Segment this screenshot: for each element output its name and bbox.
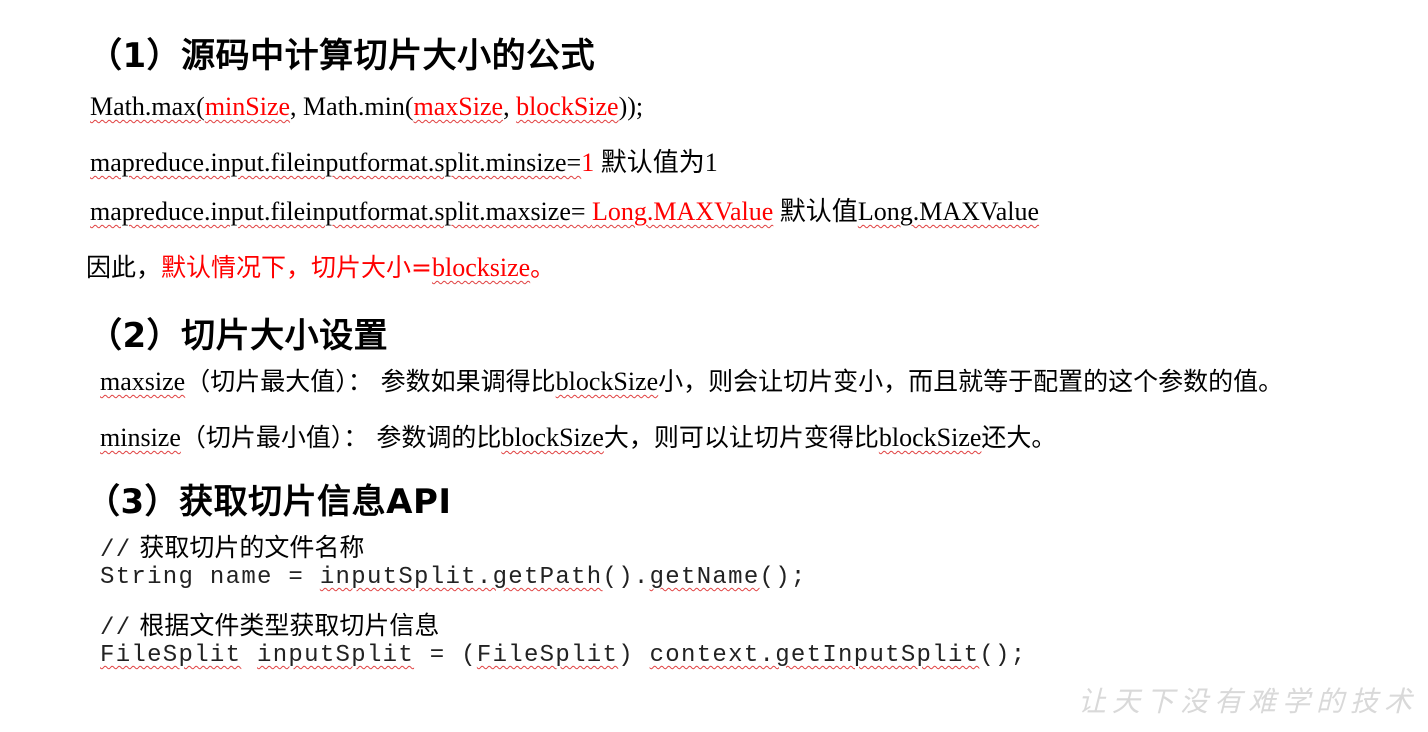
- formula-maxsize: maxSize: [413, 92, 504, 121]
- code-token: ): [618, 642, 650, 669]
- minsize-desc-tail: 还大。: [981, 423, 1057, 452]
- minsize-config-value: 1: [581, 148, 595, 177]
- comment-text: 根据文件类型获取切片信息: [131, 611, 440, 640]
- formula-text: ,: [503, 92, 517, 121]
- conclusion-line: 因此，默认情况下，切片大小=blocksize。: [86, 248, 555, 284]
- code-token-filesplit: FileSplit: [100, 642, 242, 669]
- maxsize-desc-tail: 小，则会让切片变小，而且就等于配置的这个参数的值。: [658, 367, 1284, 396]
- minsize-config-key: mapreduce.input.fileinputformat.split.mi…: [90, 148, 582, 177]
- code-line-2: FileSplit inputSplit = (FileSplit) conte…: [100, 642, 1026, 669]
- code-token-getname: getName: [649, 564, 760, 591]
- code-token-inputsplit: inputSplit: [257, 642, 415, 669]
- conclusion-value: blocksize: [431, 253, 531, 282]
- code-token: String name =: [100, 564, 320, 591]
- maxsize-config-key: mapreduce.input.fileinputformat.split.ma…: [90, 197, 593, 226]
- code-token: ();: [759, 564, 807, 591]
- conclusion-prefix: 因此，: [86, 253, 162, 282]
- minsize-config-line: mapreduce.input.fileinputformat.split.mi…: [90, 142, 718, 179]
- maxsize-term: maxsize: [100, 367, 186, 396]
- minsize-blocksize-term: blockSize: [501, 423, 604, 452]
- section2-heading: （2）切片大小设置: [88, 316, 389, 356]
- minsize-config-note: 默认值为1: [594, 148, 718, 177]
- code-token: ().: [602, 564, 650, 591]
- minsize-term: minsize: [100, 423, 181, 452]
- minsize-blocksize-term-2: blockSize: [878, 423, 982, 452]
- conclusion-text: 默认情况下，切片大小=: [161, 253, 432, 282]
- formula-line: Math.max(minSize, Math.min(maxSize, bloc…: [90, 92, 643, 122]
- maxsize-config-note: 默认值: [773, 197, 858, 226]
- code-token-getpath: inputSplit.getPath: [319, 564, 603, 591]
- maxsize-desc: （切片最大值）： 参数如果调得比: [185, 367, 556, 396]
- section3-heading: （3）获取切片信息API: [86, 482, 452, 522]
- formula-minsize: minSize: [204, 92, 291, 121]
- code-token-filesplit-cast: FileSplit: [476, 642, 619, 669]
- minsize-desc-mid: 大，则可以让切片变得比: [603, 423, 879, 452]
- maxsize-description: maxsize（切片最大值）： 参数如果调得比blockSize小，则会让切片变…: [100, 362, 1283, 398]
- formula-blocksize: blockSize: [516, 92, 619, 121]
- code-token-getinputsplit: context.getInputSplit: [649, 642, 980, 669]
- watermark: 让天下没有难学的技术: [1078, 685, 1419, 718]
- code-token: = (: [414, 642, 477, 669]
- section1-heading: （1）源码中计算切片大小的公式: [88, 36, 596, 76]
- conclusion-end: 。: [530, 253, 556, 282]
- formula-text: Math.max(: [90, 92, 205, 121]
- maxsize-blocksize-term: blockSize: [555, 367, 659, 396]
- comment-slashes: //: [100, 615, 132, 642]
- code-line-1: String name = inputSplit.getPath().getNa…: [100, 564, 807, 591]
- maxsize-config-value: Long.MAXValue: [592, 197, 774, 226]
- maxsize-config-line: mapreduce.input.fileinputformat.split.ma…: [90, 191, 1039, 228]
- code-comment-1: // 获取切片的文件名称: [100, 528, 364, 564]
- comment-slashes: //: [100, 537, 132, 564]
- minsize-description: minsize（切片最小值）： 参数调的比blockSize大，则可以让切片变得…: [100, 418, 1056, 454]
- maxsize-config-note-value: Long.MAXValue: [857, 197, 1040, 226]
- formula-text: , Math.min(: [290, 92, 414, 121]
- formula-text: ));: [618, 92, 644, 121]
- code-comment-2: // 根据文件类型获取切片信息: [100, 606, 439, 642]
- minsize-desc: （切片最小值）： 参数调的比: [180, 423, 502, 452]
- code-token: ();: [979, 642, 1027, 669]
- comment-text: 获取切片的文件名称: [131, 533, 365, 562]
